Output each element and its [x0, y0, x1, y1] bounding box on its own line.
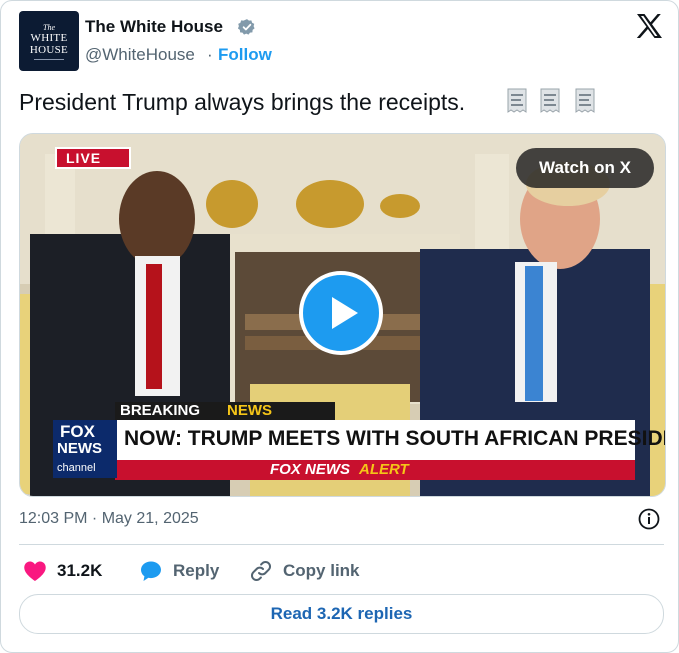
breaking-label: BREAKING	[120, 402, 201, 419]
author-handle[interactable]: @WhiteHouse	[85, 45, 195, 65]
tweet-card: The WHITE HOUSE The White House @WhiteHo…	[0, 0, 679, 653]
reply-button[interactable]: Reply	[139, 559, 219, 583]
alert-brand: FOX NEWS	[270, 461, 351, 478]
avatar-the: The	[43, 22, 55, 32]
read-replies-button[interactable]: Read 3.2K replies	[19, 594, 664, 634]
reply-label: Reply	[173, 561, 220, 580]
verified-badge-icon	[238, 19, 255, 35]
news-label: NEWS	[227, 402, 272, 419]
follow-button[interactable]: Follow	[218, 45, 272, 65]
receipt-icon	[540, 88, 560, 113]
fox-logo-line2: NEWS	[57, 440, 102, 457]
separator-dot: ·	[207, 45, 213, 64]
watch-on-x-button[interactable]: Watch on X	[516, 148, 654, 188]
copy-link-button[interactable]: Copy link	[249, 559, 360, 583]
receipt-icon	[575, 88, 595, 113]
avatar-line2: HOUSE	[29, 43, 69, 56]
tweet-text: President Trump always brings the receip…	[19, 89, 466, 115]
divider	[19, 544, 664, 545]
like-count: 31.2K	[57, 561, 103, 580]
fox-logo-line3: channel	[57, 462, 96, 474]
avatar[interactable]: The WHITE HOUSE	[19, 11, 79, 71]
fox-logo-line1: FOX	[60, 422, 95, 441]
link-icon	[250, 560, 272, 582]
alert-word: ALERT	[359, 461, 409, 478]
author-name[interactable]: The White House	[85, 17, 223, 37]
receipt-icon	[507, 88, 527, 113]
heart-icon	[24, 561, 46, 581]
avatar-line1: WHITE	[30, 31, 68, 44]
x-logo-icon[interactable]	[635, 13, 663, 39]
timestamp[interactable]: 12:03 PM · May 21, 2025	[19, 510, 199, 528]
copy-link-label: Copy link	[283, 561, 360, 580]
reply-bubble-icon	[141, 561, 161, 581]
headline: NOW: TRUMP MEETS WITH SOUTH AFRICAN PRES…	[124, 427, 666, 450]
info-icon[interactable]	[637, 507, 661, 531]
like-button[interactable]: 31.2K	[23, 559, 102, 583]
avatar-rule	[34, 58, 64, 60]
live-label: LIVE	[66, 150, 102, 166]
play-button-icon[interactable]	[299, 271, 383, 355]
